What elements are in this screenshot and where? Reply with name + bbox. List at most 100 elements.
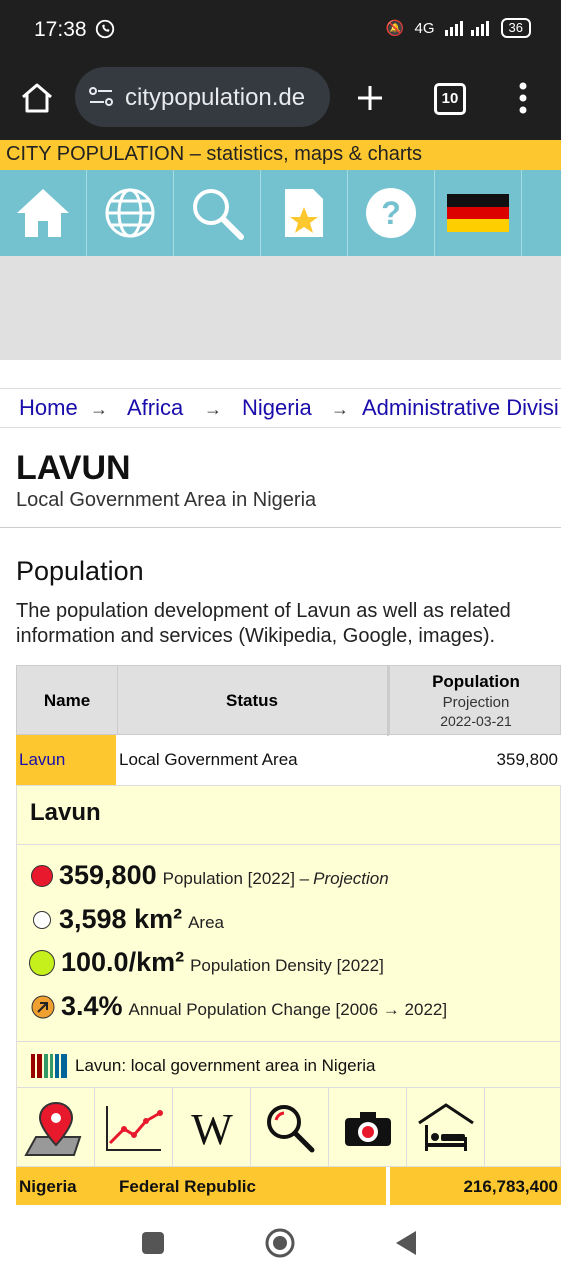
empty-cell [485,1088,561,1168]
wikidata-link[interactable]: Lavun: local government area in Nigeria [31,1054,376,1078]
network-label: 4G [414,19,435,37]
stat-population: 359,800 Population [2022] – Projection [31,860,389,891]
signal-icon [444,21,489,36]
divider [17,844,561,845]
row-status-cell: Local Government Area [116,735,386,786]
stat-area-label: Area [188,913,225,932]
column-divider [386,1167,390,1205]
chart-button[interactable] [95,1088,173,1168]
column-header-status[interactable]: Status [117,666,390,736]
battery-indicator: 36 [500,18,531,38]
bookmark-star-icon [285,189,323,237]
column-header-name[interactable]: Name [17,666,118,736]
divider [17,1041,561,1042]
search-icon [266,1105,314,1153]
stat-density-label: Population Density [2022] [190,956,384,975]
population-header-title: Population [432,672,520,691]
row-population: 359,800 [496,750,558,769]
more-menu-icon[interactable] [518,82,528,114]
browser-toolbar: citypopulation.de 10 [0,60,561,140]
wikidata-text: Lavun: local government area in Nigeria [75,1056,376,1075]
nav-help[interactable]: ? [348,170,435,256]
status-icons: 🔕 4G 36 [386,18,531,38]
home-icon [17,189,69,237]
nav-favorites[interactable] [261,170,348,256]
row-name-cell: Lavun [16,735,116,785]
stat-population-value: 359,800 [59,860,157,890]
row-status: Local Government Area [119,750,298,769]
population-header-sub1: Projection [442,694,510,711]
map-pin-icon [23,1101,81,1156]
row-population: 216,783,400 [463,1177,558,1196]
hotel-icon [417,1103,474,1151]
status-time: 17:38 [34,18,87,41]
nav-language-german[interactable] [435,170,522,256]
svg-text:?: ? [381,195,401,231]
stat-change-value: 3.4% [61,991,123,1021]
row-status: Federal Republic [119,1177,256,1196]
hotels-button[interactable] [407,1088,485,1168]
home-button-icon[interactable] [264,1227,296,1259]
column-header-population[interactable]: Population Projection 2022-03-21 [390,666,561,736]
stat-area-value: 3,598 km² [59,904,183,934]
breadcrumb-separator: → [90,399,108,419]
site-nav: ? [0,170,561,256]
ad-placeholder [0,256,561,360]
line-chart-icon [105,1106,163,1151]
wikipedia-icon: W [191,1106,233,1150]
breadcrumb-home[interactable]: Home [19,395,78,421]
panel-title: Lavun [30,799,101,826]
status-bar: 17:38 🔕 4G 36 [0,0,561,60]
row-name[interactable]: Nigeria [19,1177,77,1197]
mute-icon: 🔕 [385,20,405,37]
site-banner: CITY POPULATION – statistics, maps & cha… [0,140,561,170]
density-dot-icon [29,949,55,976]
map-button[interactable] [17,1088,95,1168]
home-icon[interactable] [20,82,54,114]
back-button-icon[interactable] [396,1231,418,1255]
section-title: Population [16,556,144,586]
whatsapp-icon [95,19,115,39]
row-name-link[interactable]: Lavun [19,750,65,770]
breadcrumb-africa[interactable]: Africa [127,395,183,421]
new-tab-icon[interactable] [356,84,384,112]
wikipedia-button[interactable]: W [173,1088,251,1168]
breadcrumb-admin-divisions[interactable]: Administrative Divisi [362,395,559,421]
globe-icon [105,188,155,238]
german-flag-icon [447,194,509,232]
stat-change: 3.4% Annual Population Change [2006 → 20… [31,991,447,1022]
population-dot-icon [31,864,53,887]
google-search-button[interactable] [251,1088,329,1168]
recents-button[interactable] [142,1232,164,1254]
stat-change-label: Annual Population Change [2006 → 2022] [128,1000,448,1019]
row-population-cell: 359,800 [389,735,561,786]
help-icon: ? [366,188,416,238]
breadcrumb-separator: → [204,399,222,419]
breadcrumb: Home → Africa → Nigeria → Administrative… [0,388,561,428]
population-header-sub2: 2022-03-21 [440,713,512,729]
site-settings-icon[interactable] [88,86,114,108]
table-row[interactable]: Lavun Local Government Area 359,800 [16,735,561,786]
page-title: LAVUN [16,449,131,487]
nav-world[interactable] [87,170,174,256]
site-banner-text: CITY POPULATION – statistics, maps & cha… [6,143,423,165]
url-text[interactable]: citypopulation.de [125,84,305,112]
stat-density: 100.0/km² Population Density [2022] [29,947,384,978]
services-icon-row: W [17,1088,561,1168]
camera-icon [344,1112,391,1146]
tab-switcher-button[interactable]: 10 [434,83,466,115]
table-header: Name Status Population Projection 2022-0… [16,665,561,736]
stat-area: 3,598 km² Area [31,904,224,935]
svg-text:W: W [191,1106,233,1150]
table-row[interactable]: Nigeria Federal Republic 216,783,400 [16,1167,561,1205]
details-panel: Lavun 359,800 Population [2022] – Projec… [16,785,561,1168]
nav-home[interactable] [0,170,87,256]
area-dot-icon [33,910,51,929]
intro-text: The population development of Lavun as w… [16,600,511,647]
images-button[interactable] [329,1088,407,1168]
growth-arrow-icon [31,995,55,1018]
search-icon [193,189,244,240]
system-nav-bar [0,1206,561,1280]
breadcrumb-nigeria[interactable]: Nigeria [242,395,312,421]
nav-search[interactable] [174,170,261,256]
